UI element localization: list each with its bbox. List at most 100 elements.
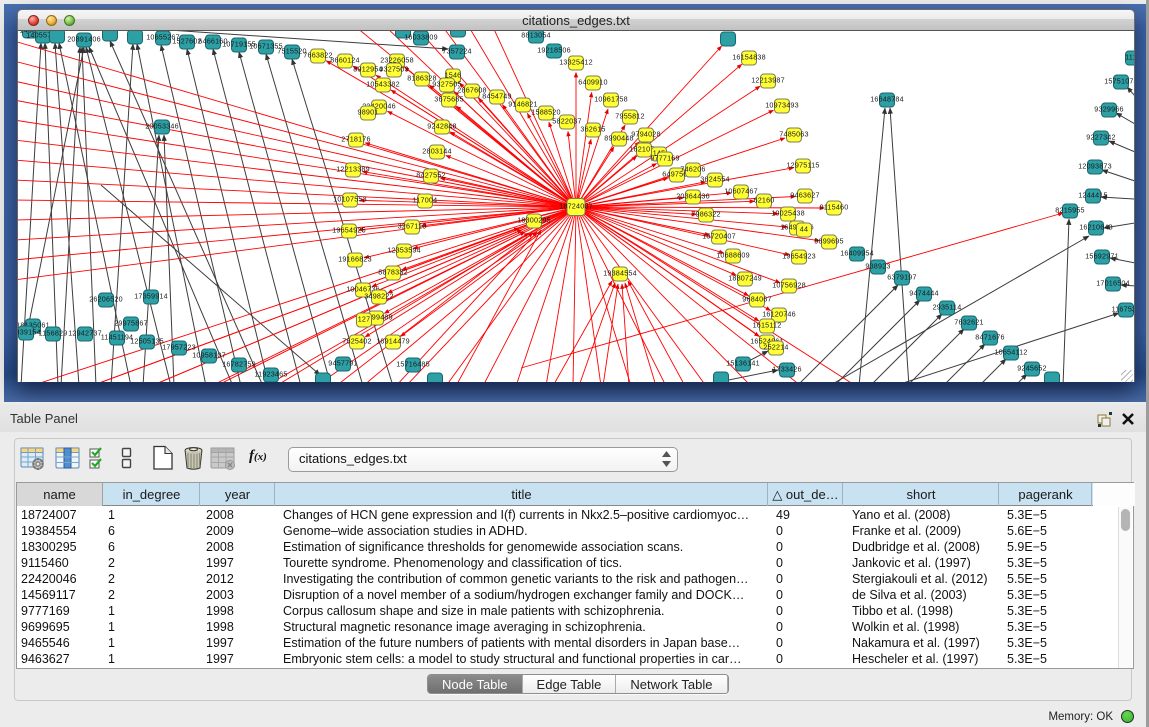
svg-text:7663822: 7663822 — [303, 51, 332, 60]
svg-text:12353594: 12353594 — [387, 246, 421, 255]
svg-text:20364436: 20364436 — [676, 192, 710, 201]
svg-text:12213987: 12213987 — [751, 76, 785, 85]
svg-text:10025438: 10025438 — [771, 209, 805, 218]
svg-text:9777169: 9777169 — [650, 154, 679, 163]
svg-text:7485063: 7485063 — [779, 130, 808, 139]
svg-text:17359914: 17359914 — [134, 292, 168, 301]
svg-text:8878332: 8878332 — [378, 268, 407, 277]
svg-text:10958107: 10958107 — [192, 351, 226, 360]
svg-text:15692971: 15692971 — [1085, 252, 1119, 261]
svg-text:9245652: 9245652 — [1017, 364, 1046, 373]
svg-text:1167531: 1167531 — [1112, 305, 1135, 314]
svg-text:9463627: 9463627 — [790, 191, 819, 200]
svg-text:16033809: 16033809 — [404, 33, 438, 42]
svg-text:16782759: 16782759 — [222, 360, 256, 369]
svg-text:26206520: 26206520 — [89, 295, 123, 304]
svg-text:12505135: 12505135 — [130, 337, 164, 346]
svg-text:98901: 98901 — [358, 108, 379, 117]
svg-text:12213389: 12213389 — [336, 165, 370, 174]
svg-text:2087682: 2087682 — [713, 31, 742, 32]
svg-text:8912954: 8912954 — [353, 65, 382, 74]
svg-text:29975867: 29975867 — [114, 319, 148, 328]
svg-text:1156829: 1156829 — [39, 329, 68, 338]
svg-text:10756928: 10756928 — [772, 281, 806, 290]
svg-text:7632621: 7632621 — [954, 318, 983, 327]
svg-text:10688609: 10688609 — [716, 251, 750, 260]
svg-text:8215955: 8215955 — [1055, 206, 1084, 215]
svg-text:9474444: 9474444 — [909, 289, 938, 298]
svg-text:1733426: 1733426 — [772, 365, 801, 374]
svg-text:8660124: 8660124 — [330, 56, 359, 65]
svg-text:5822037: 5822037 — [552, 117, 581, 126]
svg-text:9794028: 9794028 — [631, 130, 660, 139]
svg-text:18300295: 18300295 — [517, 216, 551, 225]
svg-text:3498222: 3498222 — [364, 292, 393, 301]
svg-text:16409954: 16409954 — [840, 249, 874, 258]
svg-text:1244415: 1244415 — [1078, 191, 1107, 200]
svg-text:9227342: 9227342 — [1086, 133, 1115, 142]
svg-text:362615: 362615 — [580, 125, 605, 134]
svg-text:10973493: 10973493 — [765, 101, 799, 110]
svg-text:62160: 62160 — [754, 196, 775, 205]
svg-text:252214: 252214 — [763, 343, 788, 352]
svg-text:10607467: 10607467 — [724, 187, 758, 196]
svg-text:7625402: 7625402 — [342, 337, 371, 346]
svg-text:1527602: 1527602 — [172, 37, 201, 46]
svg-text:3267110: 3267110 — [398, 222, 427, 231]
svg-text:8813054: 8813054 — [521, 31, 550, 40]
svg-text:18724007: 18724007 — [559, 202, 593, 211]
svg-text:16648784: 16648784 — [870, 95, 904, 104]
svg-text:7515520: 7515520 — [277, 47, 306, 56]
svg-text:11451194: 11451194 — [101, 333, 134, 342]
svg-text:9115460: 9115460 — [820, 203, 849, 212]
svg-text:19166823: 19166823 — [338, 255, 372, 264]
svg-text:746206: 746206 — [680, 165, 705, 174]
svg-text:117004: 117004 — [413, 196, 438, 205]
svg-text:17016504: 17016504 — [1096, 279, 1130, 288]
svg-text:8990448: 8990448 — [604, 134, 633, 143]
svg-text:8427552: 8427552 — [416, 171, 445, 180]
svg-text:15751074: 15751074 — [1104, 77, 1135, 86]
svg-text:1615112: 1615112 — [753, 321, 782, 330]
svg-text:18807249: 18807249 — [728, 274, 762, 283]
svg-text:12093873: 12093873 — [1078, 162, 1112, 171]
svg-text:938923: 938923 — [865, 262, 890, 271]
svg-text:9899695: 9899695 — [814, 237, 843, 246]
svg-text:13325412: 13325412 — [559, 58, 593, 67]
svg-text:16914479: 16914479 — [376, 337, 410, 346]
svg-text:44: 44 — [800, 225, 808, 234]
svg-text:6379197: 6379197 — [887, 273, 916, 282]
svg-text:16154838: 16154838 — [732, 53, 766, 62]
svg-text:15136141: 15136141 — [726, 359, 760, 368]
svg-text:1112: 1112 — [1125, 53, 1135, 62]
svg-text:8471676: 8471676 — [975, 333, 1004, 342]
svg-text:20053346: 20053346 — [145, 122, 179, 131]
svg-text:127: 127 — [358, 315, 371, 324]
svg-text:1588520: 1588520 — [531, 108, 560, 117]
svg-text:7955812: 7955812 — [615, 112, 644, 121]
svg-text:16210643: 16210643 — [1079, 223, 1113, 232]
svg-text:10961758: 10961758 — [594, 95, 628, 104]
svg-text:9684067: 9684067 — [742, 295, 771, 304]
svg-text:9329966: 9329966 — [1094, 105, 1123, 114]
svg-text:20891406: 20891406 — [67, 35, 101, 44]
svg-text:19654923: 19654923 — [782, 252, 816, 261]
svg-text:6409910: 6409910 — [578, 78, 607, 87]
svg-text:10107553: 10107553 — [333, 195, 367, 204]
svg-text:17957223: 17957223 — [162, 343, 196, 352]
svg-text:2935114: 2935114 — [933, 303, 962, 312]
svg-text:7357224: 7357224 — [442, 47, 471, 56]
svg-text:19654925: 19654925 — [332, 226, 366, 235]
svg-text:10654112: 10654112 — [994, 348, 1027, 357]
svg-text:3624554: 3624554 — [700, 175, 729, 184]
svg-text:19384554: 19384554 — [603, 269, 637, 278]
svg-text:15720407: 15720407 — [702, 232, 736, 241]
svg-text:2718176: 2718176 — [341, 135, 370, 144]
svg-text:11923465: 11923465 — [254, 370, 287, 379]
svg-text:2803144: 2803144 — [422, 147, 451, 156]
svg-text:7986322: 7986322 — [691, 210, 720, 219]
svg-text:3675685: 3675685 — [434, 95, 463, 104]
svg-text:12975115: 12975115 — [786, 161, 819, 170]
svg-text:19218506: 19218506 — [537, 46, 571, 55]
svg-text:9242848: 9242848 — [427, 122, 456, 131]
